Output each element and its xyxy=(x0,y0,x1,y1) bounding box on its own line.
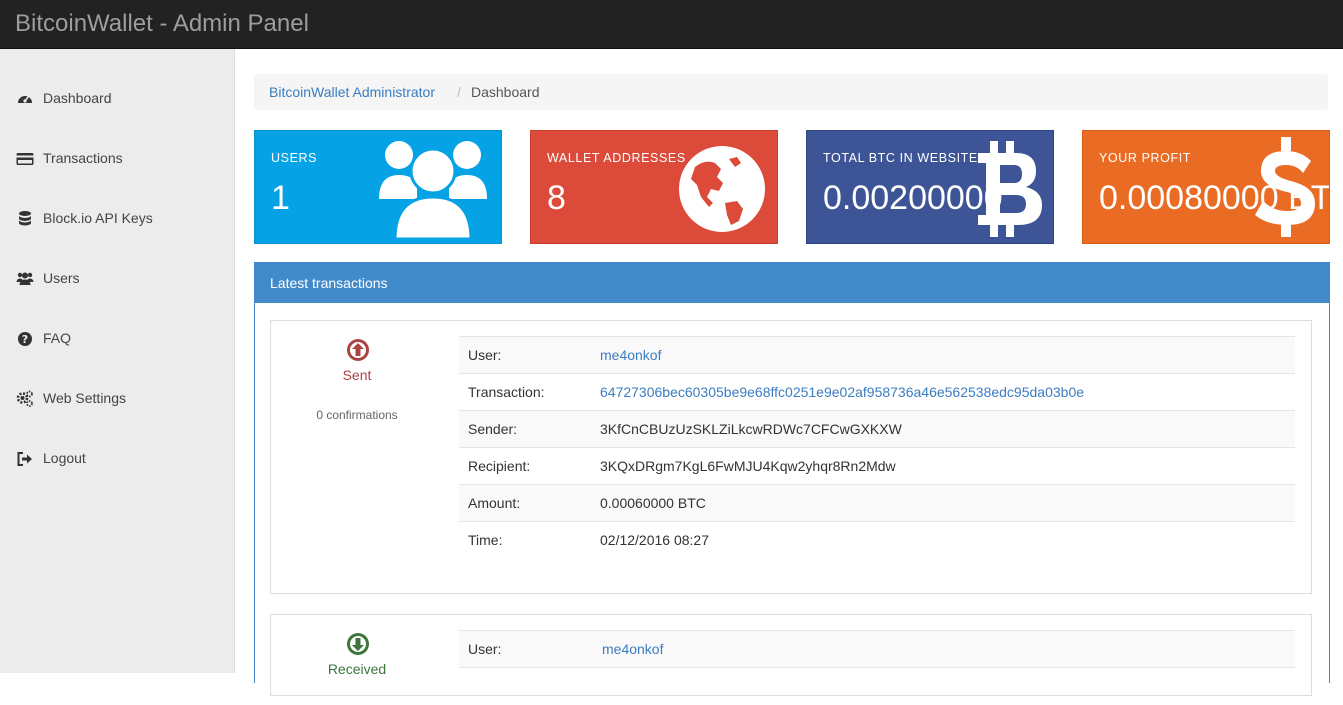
sidebar-item-label: Users xyxy=(43,270,80,286)
sidebar-item-faq[interactable]: ? FAQ xyxy=(0,319,234,359)
arrow-circle-down-icon xyxy=(347,633,369,655)
top-navbar: BitcoinWallet - Admin Panel xyxy=(0,0,1343,49)
sidebar-item-label: FAQ xyxy=(43,330,72,346)
field-label: Time: xyxy=(468,532,503,548)
sidebar-item-label: Logout xyxy=(43,450,86,466)
transaction-direction: Received xyxy=(327,661,387,677)
transaction-hash-link[interactable]: 64727306bec60305be9e68ffc0251e9e02af9587… xyxy=(600,384,1084,400)
sidebar: Dashboard Transactions Block.io API Keys… xyxy=(0,49,235,673)
breadcrumb-current: Dashboard xyxy=(471,84,540,100)
time-value: 02/12/2016 08:27 xyxy=(600,532,709,548)
table-row: Time: 02/12/2016 08:27 xyxy=(459,521,1295,559)
svg-text:?: ? xyxy=(22,333,28,346)
stat-value: 8 xyxy=(547,179,566,217)
app-title[interactable]: BitcoinWallet - Admin Panel xyxy=(15,10,309,38)
field-label: Transaction: xyxy=(468,384,545,400)
breadcrumb: BitcoinWallet Administrator / Dashboard xyxy=(254,74,1328,110)
field-label: Amount: xyxy=(468,495,521,511)
breadcrumb-separator: / xyxy=(457,84,461,100)
users-icon xyxy=(16,272,34,285)
credit-card-icon xyxy=(16,153,34,165)
field-label: Sender: xyxy=(468,421,518,437)
sidebar-item-web-settings[interactable]: Web Settings xyxy=(0,379,234,419)
amount-value: 0.00060000 BTC xyxy=(600,495,706,511)
sidebar-item-label: Block.io API Keys xyxy=(43,210,153,226)
sidebar-item-transactions[interactable]: Transactions xyxy=(0,139,234,179)
sidebar-item-users[interactable]: Users xyxy=(0,259,234,299)
sidebar-item-dashboard[interactable]: Dashboard xyxy=(0,79,234,119)
stat-total-btc: TOTAL BTC IN WEBSITE 0.00200000 xyxy=(806,130,1054,244)
stat-wallet-addresses: WALLET ADDRESSES 8 xyxy=(530,130,778,244)
question-circle-icon: ? xyxy=(18,332,32,346)
table-row: User: me4onkof xyxy=(459,630,1295,668)
database-icon xyxy=(19,211,31,226)
stat-title: TOTAL BTC IN WEBSITE xyxy=(823,151,978,165)
panel-heading: Latest transactions xyxy=(255,263,1329,303)
table-row: Recipient: 3KQxDRgm7KgL6FwMJU4Kqw2yhqr8R… xyxy=(459,447,1295,485)
panel-title: Latest transactions xyxy=(270,275,388,291)
breadcrumb-root-link[interactable]: BitcoinWallet Administrator xyxy=(269,84,435,100)
latest-transactions-panel: Latest transactions Sent 0 confirmations… xyxy=(254,262,1330,696)
confirmations-count: 0 confirmations xyxy=(316,408,398,422)
table-row: Sender: 3KfCnCBUzUzSKLZiLkcwRDWc7CFCwGXK… xyxy=(459,410,1295,448)
globe-icon xyxy=(679,146,765,232)
field-label: User: xyxy=(468,641,502,657)
gears-icon xyxy=(16,390,33,407)
stat-users: USERS 1 xyxy=(254,130,502,244)
sender-address: 3KfCnCBUzUzSKLZiLkcwRDWc7CFCwGXKXW xyxy=(600,421,902,437)
transaction-direction: Sent xyxy=(342,367,372,383)
stat-title: USERS xyxy=(271,151,318,165)
field-label: Recipient: xyxy=(468,458,531,474)
table-row: Transaction: 64727306bec60305be9e68ffc02… xyxy=(459,373,1295,411)
stat-title: WALLET ADDRESSES xyxy=(547,151,686,165)
stat-value: 1 xyxy=(271,179,290,217)
recipient-address: 3KQxDRgm7KgL6FwMJU4Kqw2yhqr8Rn2Mdw xyxy=(600,458,896,474)
sidebar-item-logout[interactable]: Logout xyxy=(0,439,234,479)
arrow-circle-up-icon xyxy=(347,339,369,361)
table-row: Amount: 0.00060000 BTC xyxy=(459,484,1295,522)
user-link[interactable]: me4onkof xyxy=(602,641,663,657)
dashboard-icon xyxy=(18,96,32,103)
field-label: User: xyxy=(468,347,502,363)
users-icon xyxy=(379,141,487,241)
user-link[interactable]: me4onkof xyxy=(600,347,661,363)
sidebar-item-label: Transactions xyxy=(43,150,123,166)
sidebar-item-label: Web Settings xyxy=(43,390,127,406)
table-row: User: me4onkof xyxy=(459,336,1295,374)
transaction-card: Sent 0 confirmations User: me4onkof Tran… xyxy=(270,320,1312,594)
transaction-card: Received User: me4onkof xyxy=(270,614,1312,696)
sidebar-item-label: Dashboard xyxy=(43,90,112,106)
stat-title: YOUR PROFIT xyxy=(1099,151,1192,165)
stat-your-profit: YOUR PROFIT 0.00080000 BTC xyxy=(1082,130,1330,244)
stat-value: 0.00080000 BTC xyxy=(1099,179,1330,217)
sign-out-icon xyxy=(17,452,32,466)
stat-value: 0.00200000 xyxy=(823,179,1003,217)
sidebar-item-api-keys[interactable]: Block.io API Keys xyxy=(0,199,234,239)
